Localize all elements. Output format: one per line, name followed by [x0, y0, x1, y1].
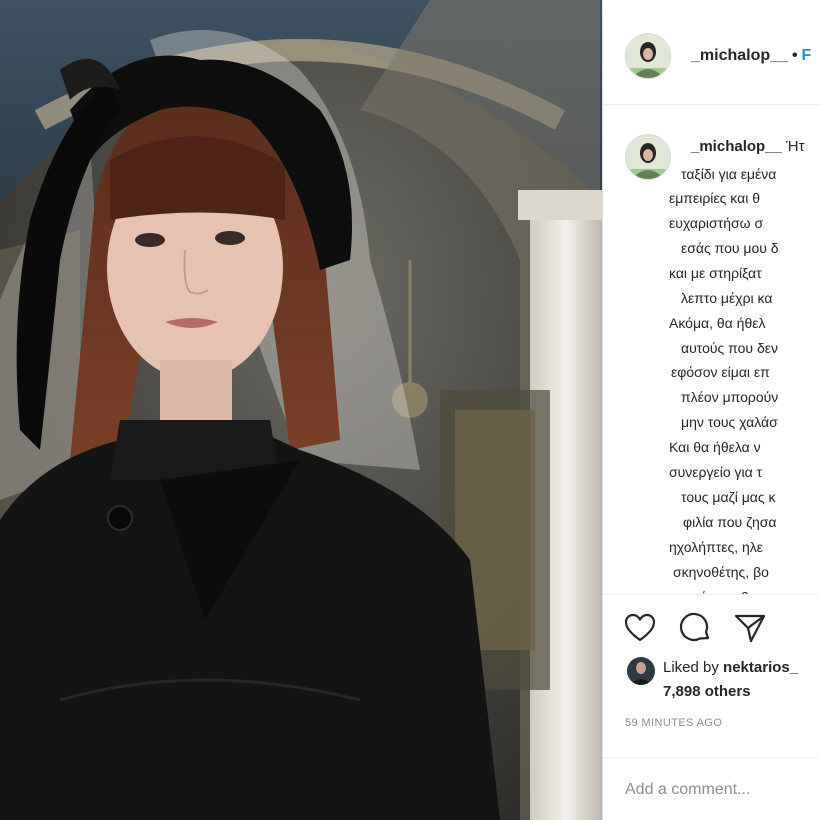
- caption-line: συνεργείο για τ: [669, 464, 763, 480]
- comment-box: [603, 757, 820, 820]
- caption-author-line: _michalop__ Ήτ: [691, 138, 805, 155]
- likes-summary: Liked by nektarios_: [663, 659, 798, 676]
- profile-avatar[interactable]: [625, 33, 671, 79]
- caption-avatar[interactable]: [625, 134, 671, 180]
- post-photo[interactable]: [0, 0, 602, 820]
- caption-line: εσάς που μου δ: [681, 240, 779, 256]
- post-actions: Liked by nektarios_ 7,898 others 59 MINU…: [603, 594, 820, 820]
- caption-line: Και θα ήθελα ν: [669, 439, 761, 455]
- follow-button[interactable]: F: [802, 47, 812, 64]
- post-timestamp[interactable]: 59 MINUTES AGO: [625, 717, 722, 729]
- caption-line: και με στηρίξατ: [669, 265, 762, 281]
- comment-bubble-icon[interactable]: [679, 611, 713, 645]
- liker-username[interactable]: nektarios_: [723, 659, 798, 676]
- separator-dot: •: [791, 47, 798, 64]
- caption-line: ευχαριστήσω σ: [669, 215, 764, 231]
- caption-line: εμπειρίες και θ: [669, 190, 760, 206]
- liker-avatar[interactable]: [627, 657, 655, 685]
- caption-line: Ακόμα, θα ήθελ: [669, 315, 766, 331]
- heart-icon[interactable]: [623, 611, 657, 645]
- author-username[interactable]: _michalop__: [691, 47, 788, 64]
- caption-line: μην τους χαλάσ: [681, 414, 778, 430]
- caption-line: ταξίδι για εμένα: [681, 166, 777, 182]
- likes-others[interactable]: 7,898 others: [663, 683, 751, 700]
- caption-line: πλέον μπορούν: [681, 389, 779, 405]
- post-header: _michalop__ • F: [603, 0, 820, 105]
- caption-username[interactable]: _michalop__: [691, 138, 782, 155]
- paper-plane-icon[interactable]: [733, 611, 767, 645]
- comment-input[interactable]: [623, 774, 820, 806]
- post-side-panel: _michalop__ • F _michalop__ Ήτ ταξίδι για …: [602, 0, 820, 820]
- caption-line: εφόσον είμαι επ: [671, 364, 770, 380]
- likes-prefix: Liked by: [663, 659, 724, 676]
- caption-line: αυτούς που δεν: [681, 340, 778, 356]
- caption-line: ηχολήπτες, ηλε: [669, 539, 764, 555]
- caption-area: _michalop__ Ήτ ταξίδι για εμένα εμπειρίες…: [603, 104, 820, 594]
- caption-first-word: Ήτ: [786, 138, 805, 155]
- caption-line: σκηνοθέτης, βο: [673, 564, 769, 580]
- caption-line: λεπτο μέχρι κα: [681, 290, 773, 306]
- caption-line: φιλία που ζησα: [683, 514, 777, 530]
- post-author: _michalop__ • F: [691, 47, 811, 65]
- post-photo-image: [0, 0, 602, 820]
- caption-line: τους μαζί μας κ: [681, 489, 776, 505]
